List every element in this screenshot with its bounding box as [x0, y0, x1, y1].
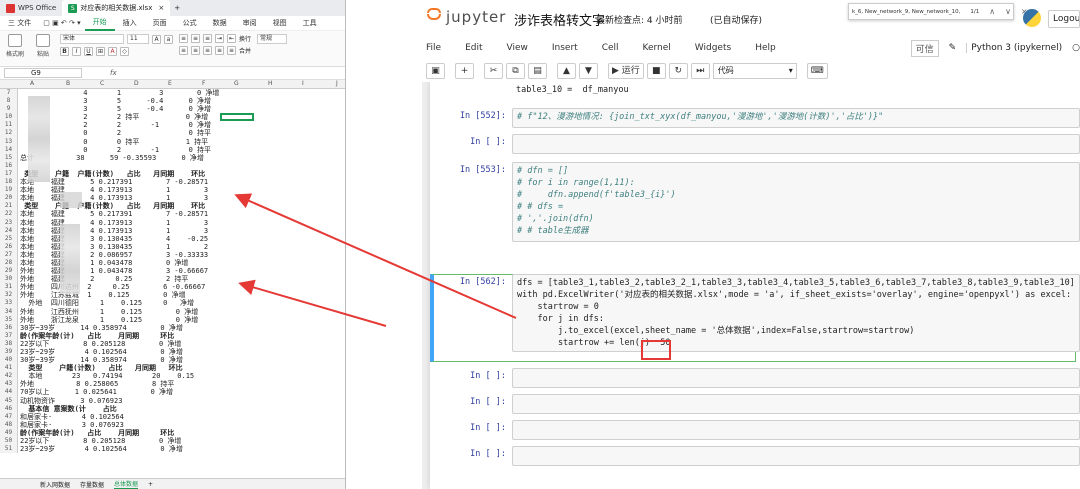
annotation-arrow	[234, 193, 517, 319]
screen: WPS Office S 对应表的相关数据.xlsx × + 三 文件 ▢ ▣ …	[0, 0, 1080, 489]
highlight-box	[641, 340, 671, 360]
annotation-arrow	[238, 279, 387, 327]
annotation-overlay	[234, 193, 671, 360]
